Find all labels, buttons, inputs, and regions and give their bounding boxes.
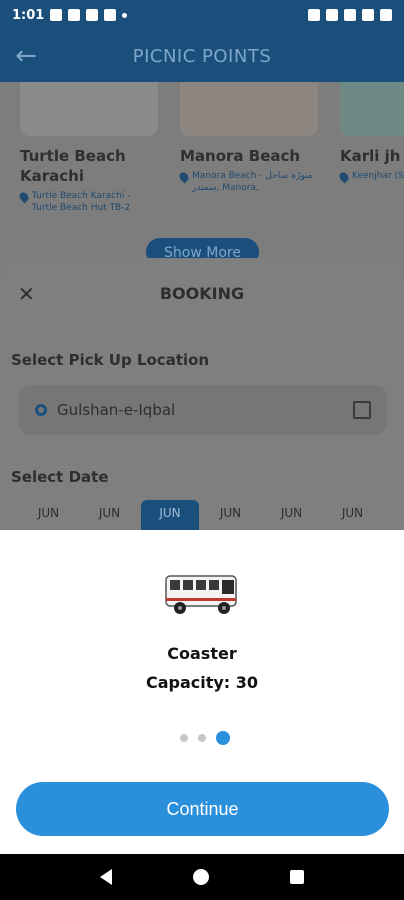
bus-icon <box>165 575 237 614</box>
place-image <box>340 82 404 136</box>
signal-icon <box>344 9 356 21</box>
location-pin-icon <box>337 170 351 184</box>
notification-icon <box>86 9 99 21</box>
nav-home-icon[interactable] <box>192 869 209 885</box>
nav-recents-icon[interactable] <box>289 870 304 884</box>
vehicle-sheet: Coaster Capacity: 30 Continue <box>0 530 404 854</box>
vehicle-capacity: Capacity: 30 <box>145 673 259 692</box>
place-name: Manora Beach <box>180 147 301 165</box>
place-address: Manora Beach - منوڑہ ساحل سمندر, Manora, <box>192 171 313 193</box>
place-card[interactable]: Manora Beach Manora Beach - منوڑہ ساحل س… <box>177 82 318 214</box>
place-card[interactable]: Karli jh Keenjhar (STDC), <box>337 82 404 214</box>
more-notifications-icon <box>122 12 128 18</box>
booking-sheet: ✕ BOOKING Select Pick Up Location Gulsha… <box>0 258 404 530</box>
arrow-left-icon[interactable]: ← <box>2 30 50 82</box>
date-option[interactable]: JUN <box>18 500 79 530</box>
location-pin-icon <box>17 190 31 204</box>
date-option[interactable]: JUN <box>200 500 261 530</box>
place-card[interactable]: Turtle Beach Karachi Turtle Beach Karach… <box>17 82 158 214</box>
place-image <box>20 82 158 136</box>
date-option-selected[interactable]: JUN <box>141 500 199 530</box>
date-option[interactable]: JUN <box>261 500 322 530</box>
status-bar: 1:01 <box>0 0 404 30</box>
place-location: Keenjhar (STDC), <box>337 170 404 184</box>
pager-dot[interactable] <box>198 734 206 742</box>
nav-back-icon[interactable] <box>100 869 113 885</box>
date-option[interactable]: JUN <box>322 500 383 530</box>
date-option[interactable]: JUN <box>79 500 140 530</box>
page-title: PICNIC POINTS <box>132 45 272 67</box>
alarm-icon <box>308 9 320 21</box>
pager-dot[interactable] <box>180 734 188 742</box>
location-pin-icon <box>177 170 191 184</box>
notification-icon <box>68 9 81 21</box>
continue-button[interactable]: Continue <box>16 782 389 836</box>
notification-icon <box>104 9 117 21</box>
place-name: Karli jh <box>340 147 401 165</box>
place-name: Turtle Beach Karachi <box>20 147 126 185</box>
date-label: Select Date <box>11 468 109 486</box>
pickup-label: Select Pick Up Location <box>11 351 210 369</box>
app-bar: ← PICNIC POINTS <box>0 30 404 82</box>
place-address: Turtle Beach Karachi - Turtle Beach Hut … <box>32 191 131 213</box>
booking-title: BOOKING <box>159 284 245 303</box>
place-address: Keenjhar (STDC), <box>352 171 404 181</box>
page-indicator <box>180 731 230 745</box>
date-selector: JUN JUN JUN JUN JUN JUN <box>18 500 383 530</box>
location-dot-icon <box>35 404 47 416</box>
edit-icon[interactable] <box>353 401 371 419</box>
pickup-location-field[interactable]: Gulshan-e-Iqbal <box>19 385 387 435</box>
pickup-location-value: Gulshan-e-Iqbal <box>57 401 176 419</box>
place-image <box>180 82 318 136</box>
place-location: Turtle Beach Karachi - Turtle Beach Hut … <box>17 190 158 214</box>
system-nav-bar <box>0 854 404 900</box>
notification-icon <box>50 9 63 21</box>
wifi-icon <box>326 9 338 21</box>
pager-dot-active[interactable] <box>216 731 230 745</box>
battery-icon <box>380 9 392 21</box>
vehicle-name: Coaster <box>167 644 237 663</box>
status-time: 1:01 <box>12 7 45 23</box>
signal-icon <box>362 9 374 21</box>
place-location: Manora Beach - منوڑہ ساحل سمندر, Manora, <box>177 170 318 194</box>
